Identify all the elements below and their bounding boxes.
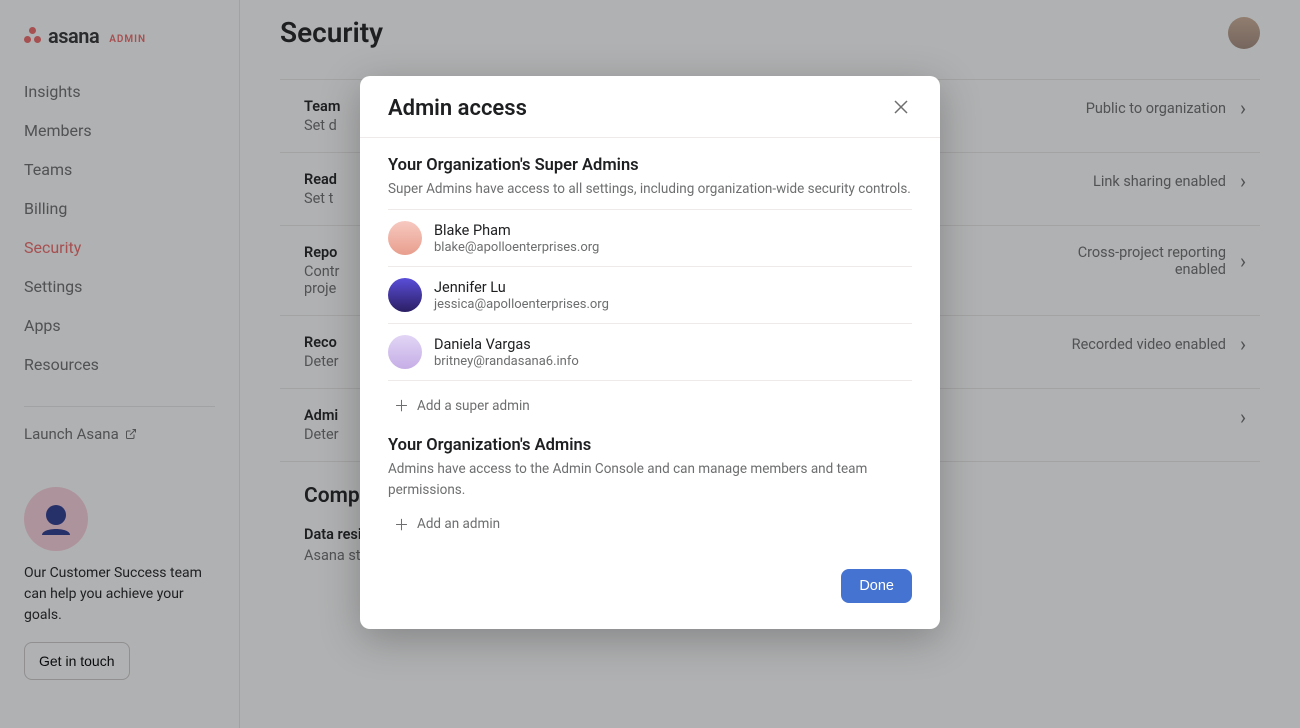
admin-item: Jennifer Lu jessica@apolloenterprises.or… xyxy=(388,266,912,323)
add-super-label: Add a super admin xyxy=(417,398,530,414)
add-admin-button[interactable]: ＋ Add an admin xyxy=(388,500,912,555)
modal-overlay[interactable]: Admin access Your Organization's Super A… xyxy=(0,0,1300,728)
avatar xyxy=(388,278,422,312)
super-admins-desc: Super Admins have access to all settings… xyxy=(388,179,912,199)
close-icon xyxy=(894,100,908,114)
add-admin-label: Add an admin xyxy=(417,516,500,532)
avatar xyxy=(388,221,422,255)
avatar xyxy=(388,335,422,369)
admin-email: blake@apolloenterprises.org xyxy=(434,240,599,255)
plus-icon: ＋ xyxy=(394,514,409,535)
plus-icon: ＋ xyxy=(394,395,409,416)
add-super-admin-button[interactable]: ＋ Add a super admin xyxy=(388,381,912,436)
admin-item: Daniela Vargas britney@randasana6.info xyxy=(388,323,912,381)
admin-email: jessica@apolloenterprises.org xyxy=(434,297,609,312)
admin-email: britney@randasana6.info xyxy=(434,354,579,369)
super-admins-title: Your Organization's Super Admins xyxy=(388,156,912,175)
close-button[interactable] xyxy=(890,94,912,123)
admin-name: Daniela Vargas xyxy=(434,336,579,353)
super-admin-list: Blake Pham blake@apolloenterprises.org J… xyxy=(388,209,912,381)
admin-name: Jennifer Lu xyxy=(434,279,609,296)
done-button[interactable]: Done xyxy=(841,569,912,603)
admins-title: Your Organization's Admins xyxy=(388,436,912,455)
admin-name: Blake Pham xyxy=(434,222,599,239)
admins-desc: Admins have access to the Admin Console … xyxy=(388,459,912,500)
admin-item: Blake Pham blake@apolloenterprises.org xyxy=(388,209,912,266)
modal-title: Admin access xyxy=(388,96,527,121)
admin-access-modal: Admin access Your Organization's Super A… xyxy=(360,76,940,629)
